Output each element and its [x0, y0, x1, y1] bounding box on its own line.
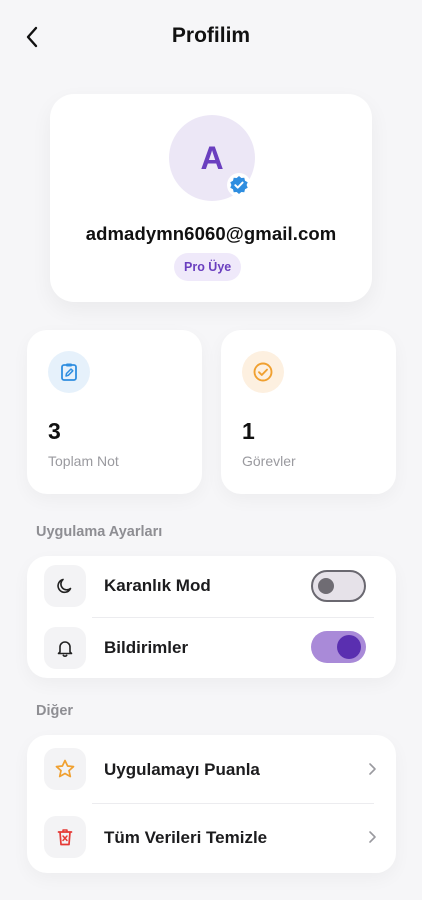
row-icon-wrapper: [44, 565, 86, 607]
other-row-rate-app[interactable]: Uygulamayı Puanla: [27, 735, 396, 803]
total-notes-value: 3: [48, 418, 61, 444]
other-card: Uygulamayı Puanla Tüm Verileri Temizle: [27, 735, 396, 873]
stat-card-notes[interactable]: 3 Toplam Not: [27, 330, 202, 494]
verified-check-icon: [230, 176, 248, 194]
section-title-app-settings: Uygulama Ayarları: [36, 524, 163, 540]
dark-mode-toggle[interactable]: [311, 570, 366, 602]
page-title: Profilim: [171, 24, 251, 47]
stat-icon-wrapper: [242, 351, 284, 393]
total-notes-label: Toplam Not: [48, 453, 119, 469]
tasks-value: 1: [242, 418, 255, 444]
user-email: admadymn6060@gmail.com: [85, 223, 337, 244]
clear-data-label: Tüm Verileri Temizle: [104, 828, 268, 847]
settings-row-notifications[interactable]: Bildirimler: [27, 617, 396, 678]
stat-card-tasks[interactable]: 1 Görevler: [221, 330, 396, 494]
app-settings-card: Karanlık Mod Bildirimler: [27, 556, 396, 678]
row-icon-wrapper: [44, 748, 86, 790]
verified-badge: [227, 173, 251, 197]
rate-app-label: Uygulamayı Puanla: [104, 760, 260, 779]
note-edit-icon: [61, 363, 77, 381]
settings-row-dark-mode[interactable]: Karanlık Mod: [27, 556, 396, 617]
toggle-knob: [318, 578, 334, 594]
header: Profilim: [0, 0, 422, 76]
star-icon: [55, 759, 75, 778]
toggle-knob: [337, 635, 361, 659]
moon-icon: [57, 578, 72, 594]
bell-icon: [57, 641, 73, 658]
membership-badge: Pro Üye: [174, 253, 242, 281]
profile-card: A admadymn6060@gmail.com Pro Üye: [50, 94, 372, 302]
row-icon-wrapper: [44, 627, 86, 669]
check-circle-icon: [253, 362, 273, 382]
other-row-clear-data[interactable]: Tüm Verileri Temizle: [27, 803, 396, 873]
notifications-toggle[interactable]: [311, 631, 366, 663]
chevron-right-icon: [369, 831, 376, 843]
trash-icon: [57, 829, 73, 846]
dark-mode-label: Karanlık Mod: [104, 576, 211, 595]
chevron-right-icon: [369, 763, 376, 775]
notifications-label: Bildirimler: [104, 638, 189, 657]
row-icon-wrapper: [44, 816, 86, 858]
stat-icon-wrapper: [48, 351, 90, 393]
tasks-label: Görevler: [242, 453, 296, 469]
section-title-other: Diğer: [36, 703, 74, 719]
